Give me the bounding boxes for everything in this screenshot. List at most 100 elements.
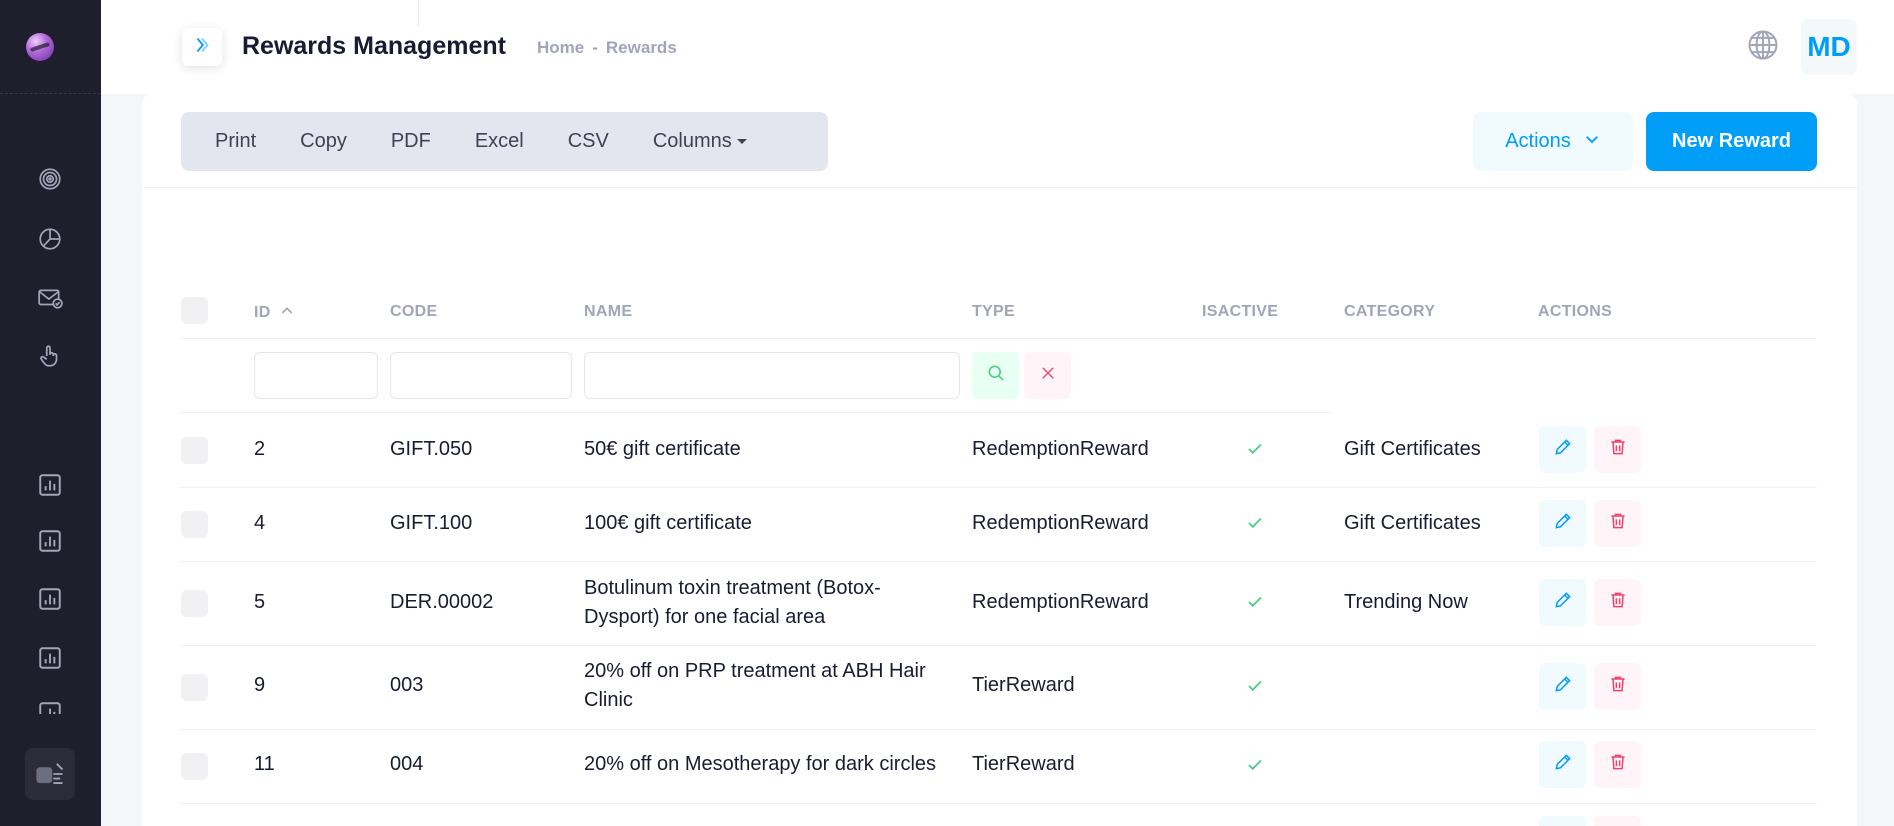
trash-icon [1608, 437, 1628, 462]
breadcrumb-current: Rewards [605, 38, 677, 57]
bar-chart-icon[interactable] [36, 527, 64, 555]
cell-category: Gift Certificates [1344, 438, 1481, 460]
column-header-category[interactable]: CATEGORY [1344, 303, 1435, 321]
cell-name: 50€ gift certificate [584, 438, 741, 460]
app-logo[interactable] [26, 33, 54, 61]
row-checkbox[interactable] [181, 511, 208, 538]
edit-button[interactable] [1539, 741, 1586, 788]
actions-dropdown[interactable]: Actions [1473, 112, 1633, 171]
row-checkbox[interactable] [181, 753, 208, 780]
delete-button[interactable] [1594, 579, 1641, 626]
columns-dropdown[interactable]: Columns [631, 130, 769, 153]
bar-chart-icon[interactable] [36, 644, 64, 672]
avatar[interactable]: MD [1801, 19, 1857, 75]
column-header-id[interactable]: ID [254, 303, 295, 322]
row-checkbox[interactable] [181, 674, 208, 701]
column-header-type[interactable]: TYPE [972, 303, 1015, 321]
bar-chart-icon[interactable] [36, 700, 64, 714]
new-reward-button[interactable]: New Reward [1646, 112, 1817, 171]
check-icon [1246, 440, 1264, 458]
breadcrumb-home[interactable]: Home [537, 38, 584, 57]
code-filter-input[interactable] [390, 352, 572, 399]
cell-category: Trending Now [1344, 591, 1468, 613]
check-icon [1246, 514, 1264, 532]
chevron-right-icon [191, 34, 213, 61]
trash-icon [1608, 590, 1628, 615]
row-checkbox[interactable] [181, 437, 208, 464]
delete-button[interactable] [1594, 426, 1641, 473]
excel-button[interactable]: Excel [453, 130, 546, 153]
pencil-icon [1553, 437, 1573, 462]
check-icon [1246, 677, 1264, 695]
pencil-icon [1553, 511, 1573, 536]
delete-button[interactable] [1594, 500, 1641, 547]
row-checkbox[interactable] [181, 590, 208, 617]
cell-id: 2 [254, 438, 266, 460]
cell-type: RedemptionReward [972, 438, 1149, 460]
columns-label: Columns [652, 130, 732, 152]
cell-type: TierReward [972, 674, 1075, 696]
pdf-button[interactable]: PDF [369, 130, 453, 153]
filter-clear-button[interactable] [1024, 352, 1071, 399]
bar-chart-icon[interactable] [36, 585, 64, 613]
cell-category: Gift Certificates [1344, 512, 1481, 534]
name-filter-input[interactable] [584, 352, 960, 399]
edit-button[interactable] [1539, 816, 1586, 826]
delete-button[interactable] [1594, 816, 1641, 826]
edit-button[interactable] [1539, 663, 1586, 710]
cell-name-line1: 20% off on PRP treatment at ABH Hair [584, 660, 926, 682]
id-filter-input[interactable] [254, 352, 378, 399]
rewards-card: Print Copy PDF Excel CSV Columns Actions… [142, 94, 1857, 826]
export-button-group: Print Copy PDF Excel CSV Columns [181, 112, 828, 171]
breadcrumb-separator: - [592, 38, 598, 57]
globe-icon[interactable] [1746, 28, 1780, 62]
column-header-name[interactable]: NAME [584, 303, 632, 321]
pencil-icon [1553, 752, 1573, 777]
header-divider-line [179, 338, 1817, 339]
search-icon [986, 363, 1006, 388]
cell-code: DER.00002 [390, 591, 494, 613]
bar-chart-icon[interactable] [36, 471, 64, 499]
row-divider [179, 561, 1817, 562]
edit-button[interactable] [1539, 500, 1586, 547]
page-title: Rewards Management [242, 32, 506, 60]
actions-label: Actions [1505, 130, 1571, 152]
row-divider [179, 645, 1817, 646]
cell-name-line2: Clinic [584, 689, 633, 711]
theme-toggle-button[interactable] [25, 748, 75, 800]
cell-id: 4 [254, 512, 266, 534]
sidebar [0, 0, 101, 826]
caret-down-icon [736, 139, 747, 145]
delete-button[interactable] [1594, 663, 1641, 710]
breadcrumb: Home - Rewards [537, 38, 677, 58]
copy-button[interactable]: Copy [278, 130, 369, 153]
hand-pointer-icon[interactable] [36, 342, 64, 370]
csv-button[interactable]: CSV [546, 130, 631, 153]
target-icon[interactable] [36, 165, 64, 193]
cell-code: GIFT.050 [390, 438, 473, 460]
delete-button[interactable] [1594, 741, 1641, 788]
card-header-divider [142, 187, 1857, 188]
pie-chart-icon[interactable] [36, 225, 64, 253]
row-divider [179, 803, 1817, 804]
cell-name-line2: Dysport) for one facial area [584, 606, 826, 628]
edit-button[interactable] [1539, 579, 1586, 626]
check-icon [1246, 756, 1264, 774]
cell-id: 9 [254, 674, 266, 696]
column-header-code[interactable]: CODE [390, 303, 437, 321]
column-header-isactive[interactable]: ISACTIVE [1202, 303, 1278, 321]
check-icon [1246, 593, 1264, 611]
edit-button[interactable] [1539, 426, 1586, 473]
select-all-checkbox[interactable] [181, 297, 208, 324]
filter-search-button[interactable] [972, 352, 1019, 399]
top-header: Rewards Management Home - Rewards MD [101, 0, 1894, 94]
cell-name-line1: Botulinum toxin treatment (Botox- [584, 577, 881, 599]
cell-code: 003 [390, 674, 424, 696]
mail-check-icon[interactable] [36, 284, 64, 312]
cell-code: GIFT.100 [390, 512, 473, 534]
trash-icon [1608, 752, 1628, 777]
sidebar-toggle-button[interactable] [182, 28, 222, 66]
print-button[interactable]: Print [193, 130, 278, 153]
cell-name: 20% off on Mesotherapy for dark circles [584, 753, 937, 775]
sidebar-logo-area [0, 0, 101, 94]
